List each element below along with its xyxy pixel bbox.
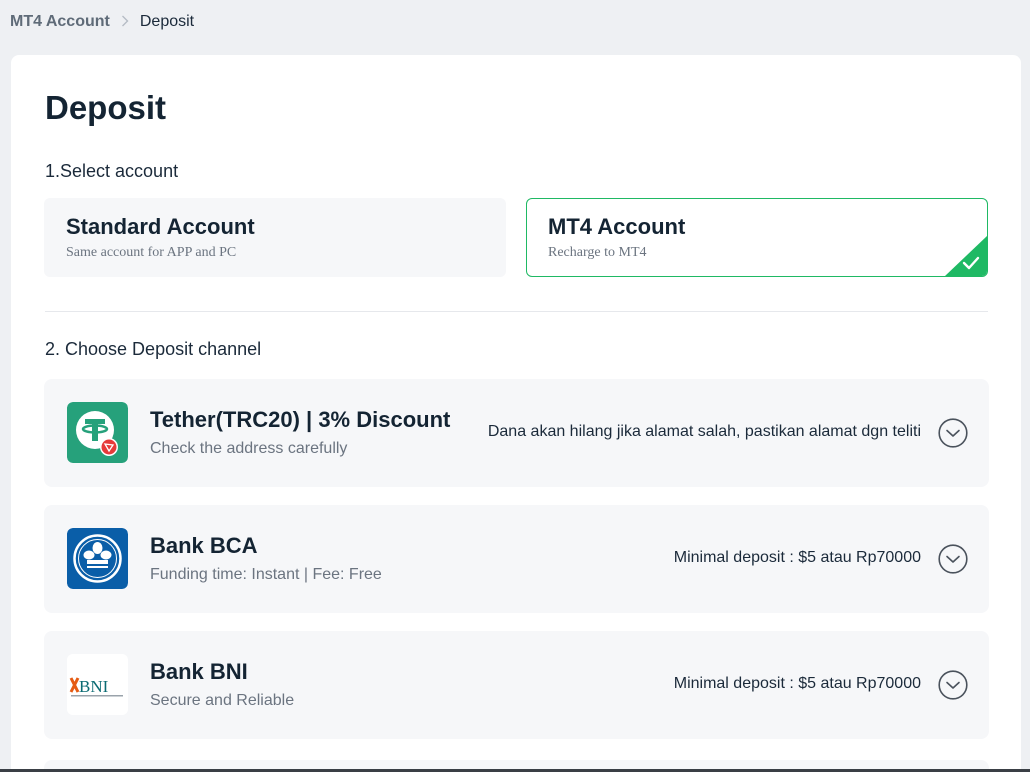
standard-account-option[interactable]: Standard Account Same account for APP an… xyxy=(44,198,506,277)
channel-note: Minimal deposit : $5 atau Rp70000 xyxy=(673,675,921,692)
channel-desc: Funding time: Instant | Fee: Free xyxy=(150,566,382,583)
channel-note: Minimal deposit : $5 atau Rp70000 xyxy=(673,549,921,566)
channel-bank-bca[interactable]: Bank BCA Funding time: Instant | Fee: Fr… xyxy=(44,505,989,613)
account-desc: Recharge to MT4 xyxy=(548,245,647,260)
section-divider xyxy=(45,311,988,312)
chevron-down-icon[interactable] xyxy=(938,544,968,574)
tether-trc20-icon xyxy=(67,402,128,463)
page-title: Deposit xyxy=(45,89,167,126)
deposit-card: Deposit 1.Select account Standard Accoun… xyxy=(11,55,1021,772)
breadcrumb-mt4-account[interactable]: MT4 Account xyxy=(10,13,110,31)
channel-name: Bank BNI xyxy=(150,659,248,684)
account-name: MT4 Account xyxy=(548,214,686,239)
channel-desc: Check the address carefully xyxy=(150,440,348,457)
account-desc: Same account for APP and PC xyxy=(66,245,237,260)
breadcrumb-deposit: Deposit xyxy=(139,13,195,30)
chevron-down-icon[interactable] xyxy=(938,670,968,700)
selected-check-icon xyxy=(945,236,987,276)
account-name: Standard Account xyxy=(66,214,255,239)
channel-bank-bni[interactable]: BNI Bank BNI Secure and Reliable Minimal… xyxy=(44,631,989,739)
channel-name: Tether(TRC20) | 3% Discount xyxy=(150,407,451,432)
bni-logo-text: BNI xyxy=(79,677,109,696)
bank-bca-icon xyxy=(67,528,128,589)
deposit-channel-label: 2. Choose Deposit channel xyxy=(45,339,262,359)
breadcrumb: MT4 Account Deposit xyxy=(10,13,194,31)
channel-desc: Secure and Reliable xyxy=(150,692,295,709)
channel-name: Bank BCA xyxy=(150,533,258,558)
channel-note: Dana akan hilang jika alamat salah, past… xyxy=(487,423,921,440)
chevron-right-icon xyxy=(110,14,140,31)
select-account-label: 1.Select account xyxy=(45,161,179,181)
mt4-account-option[interactable]: MT4 Account Recharge to MT4 xyxy=(526,198,988,277)
channel-tether-trc20[interactable]: Tether(TRC20) | 3% Discount Check the ad… xyxy=(44,379,989,487)
chevron-down-icon[interactable] xyxy=(938,418,968,448)
bank-bni-icon: BNI xyxy=(67,654,128,715)
